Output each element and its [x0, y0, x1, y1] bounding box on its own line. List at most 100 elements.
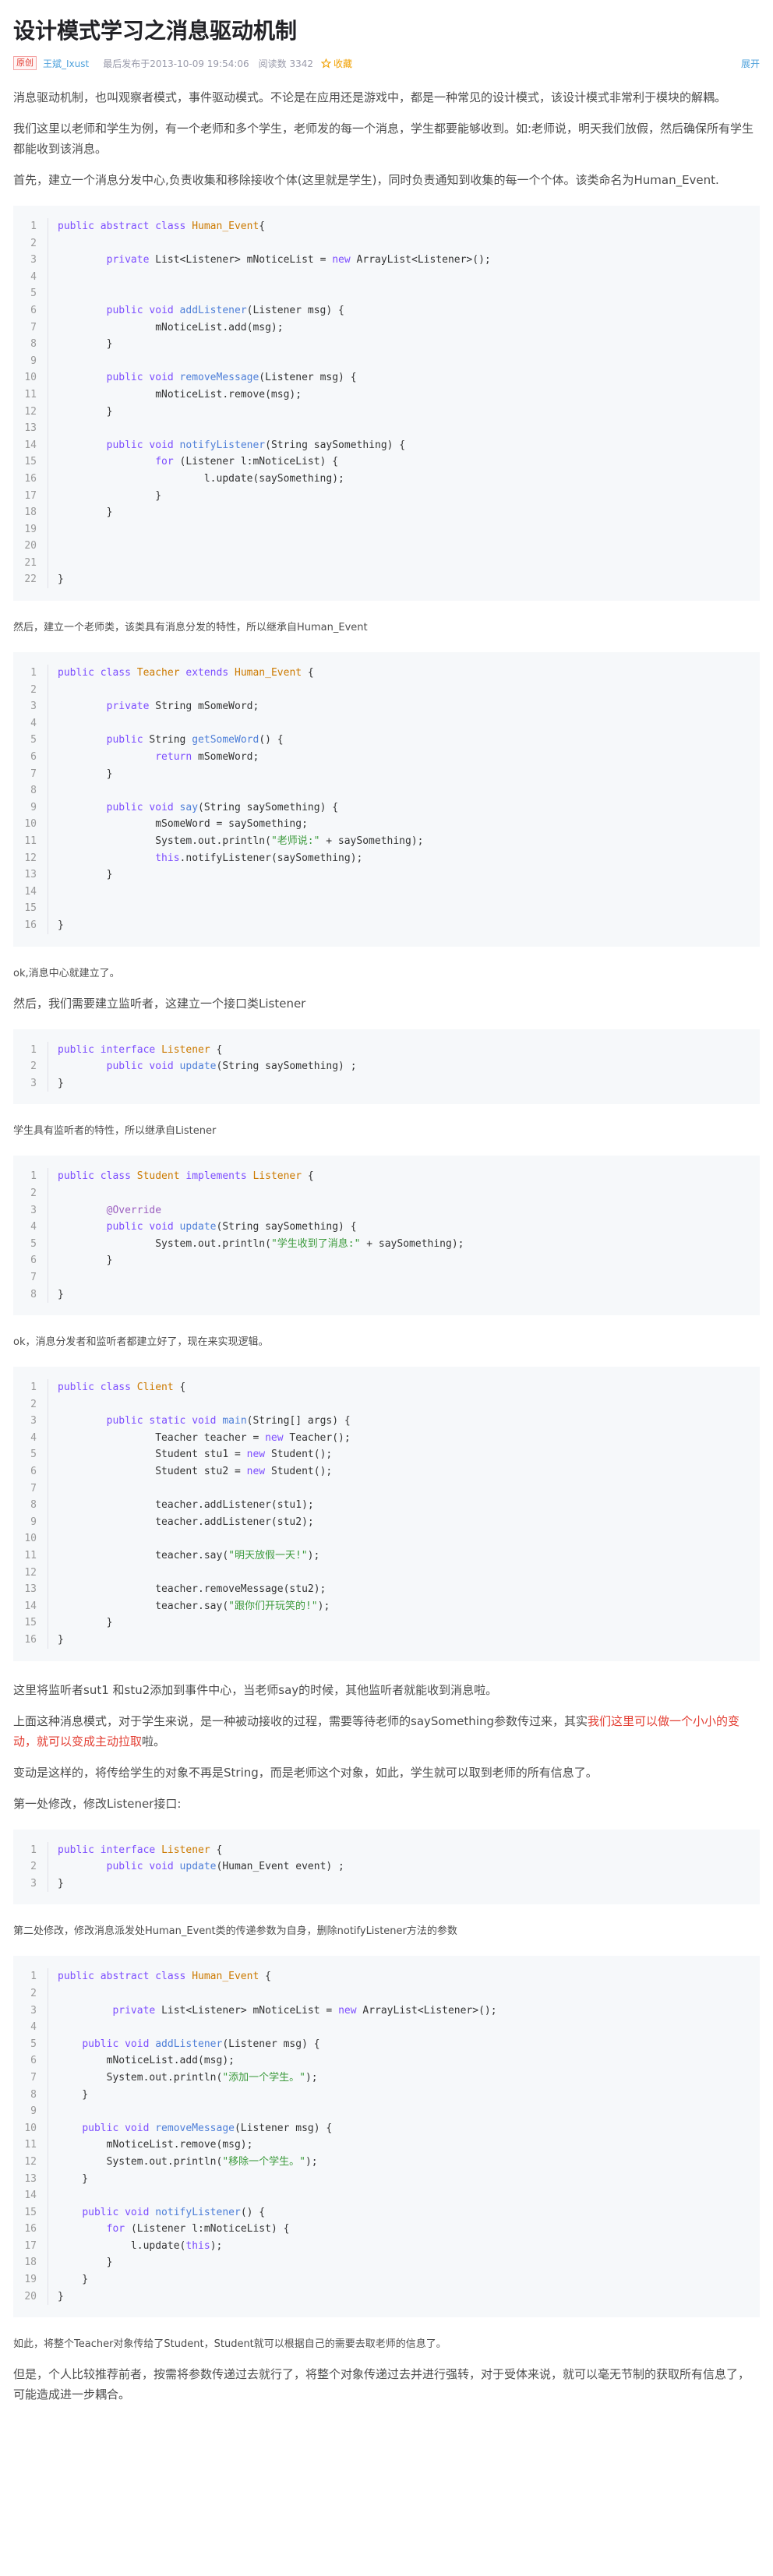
line-number: 8 — [13, 782, 48, 799]
line-number: 7 — [13, 2069, 48, 2087]
code-line: 3 @Override — [13, 1202, 760, 1219]
code-line: 5 public String getSomeWord() { — [13, 732, 760, 750]
line-number: 15 — [13, 2204, 48, 2221]
code-text: } — [58, 1077, 64, 1089]
line-number: 11 — [13, 833, 48, 850]
line-number: 5 — [13, 732, 48, 750]
code-text: public class Student implements Listener… — [58, 1170, 314, 1183]
code-line: 1 public interface Listener { — [13, 1841, 760, 1859]
line-number: 21 — [13, 554, 48, 572]
line-number: 1 — [13, 1968, 48, 1985]
line-number: 1 — [13, 1168, 48, 1185]
code-text: public void addListener(Listener msg) { — [82, 2038, 320, 2050]
code-text: } — [58, 2257, 113, 2269]
code-text: } — [58, 405, 113, 418]
code-line: 8 — [13, 782, 760, 799]
paragraph-example: 我们这里以老师和学生为例，有一个老师和多个学生，老师发的每一个消息，学生都要能够… — [13, 122, 754, 156]
code-text: mNoticeList.remove(msg); — [58, 2139, 253, 2151]
code-text: } — [58, 1877, 64, 1890]
line-number: 15 — [13, 900, 48, 917]
code-text: public void update(Human_Event event) ; — [106, 1861, 344, 1873]
code-line: 10 public void removeMessage(Listener ms… — [13, 2119, 760, 2137]
paragraph-pull-mode: 上面这种消息模式，对于学生来说，是一种被动接收的过程，需要等待老师的saySom… — [13, 1713, 740, 1749]
code-line: 5 public void addListener(Listener msg) … — [13, 2035, 760, 2053]
line-number: 20 — [13, 538, 48, 555]
line-number: 9 — [13, 2103, 48, 2120]
line-number: 8 — [13, 2086, 48, 2104]
code-block: 1 public class Teacher extends Human_Even… — [13, 652, 760, 947]
line-number: 6 — [13, 2052, 48, 2070]
code-line: 8 teacher.addListener(stu1); — [13, 1497, 760, 1514]
code-text: private String mSomeWord; — [106, 700, 259, 713]
code-text: this.notifyListener(saySomething); — [155, 852, 363, 864]
code-line: 5 — [13, 285, 760, 302]
line-number: 17 — [13, 2237, 48, 2255]
code-line: 6 Student stu2 = new Student(); — [13, 1463, 760, 1480]
line-number: 11 — [13, 386, 48, 404]
line-number: 4 — [13, 2019, 48, 2036]
code-line: 1 public class Student implements Listene… — [13, 1168, 760, 1185]
line-number: 4 — [13, 1429, 48, 1447]
code-line: 10 — [13, 1530, 760, 1548]
line-number: 10 — [13, 2119, 48, 2137]
code-block: 1 public abstract class Human_Event{2 3 p… — [13, 206, 760, 602]
code-line: 16} — [13, 1632, 760, 1649]
code-text: mNoticeList.remove(msg); — [58, 388, 302, 401]
code-line: 17 l.update(this); — [13, 2237, 760, 2255]
code-text: teacher.addListener(stu2); — [58, 1516, 314, 1528]
line-number: 11 — [13, 2137, 48, 2154]
code-line: 1 public interface Listener { — [13, 1041, 760, 1059]
code-line: 7 — [13, 1269, 760, 1286]
code-text: teacher.say("跟你们开玩笑的!"); — [58, 1600, 330, 1612]
code-text: Student stu1 = new Student(); — [58, 1449, 333, 1461]
code-line: 15 — [13, 900, 760, 917]
code-line: 3 private List<Listener> mNoticeList = n… — [13, 252, 760, 269]
star-icon — [321, 58, 332, 69]
view-count: 阅读数 3342 — [258, 58, 314, 69]
code-text: } — [58, 506, 113, 519]
line-number: 6 — [13, 1252, 48, 1269]
line-number: 12 — [13, 2153, 48, 2171]
code-block: 1 public abstract class Human_Event {2 3 … — [13, 1956, 760, 2318]
code-text: System.out.println("学生收到了消息:" + saySomet… — [58, 1237, 464, 1250]
code-block: 1 public class Client {2 3 public static … — [13, 1367, 760, 1661]
code-line: 13 } — [13, 866, 760, 884]
paragraph-logic: ok，消息分发者和监听者都建立好了，现在来实现逻辑。 — [13, 1336, 269, 1349]
code-text: private List<Listener> mNoticeList = new… — [112, 2004, 497, 2017]
code-line: 16 l.update(saySomething); — [13, 470, 760, 488]
code-text: mNoticeList.add(msg); — [58, 2055, 235, 2067]
line-number: 13 — [13, 420, 48, 437]
code-text: } — [58, 1254, 113, 1267]
code-line: 5 System.out.println("学生收到了消息:" + saySom… — [13, 1235, 760, 1253]
line-number: 3 — [13, 252, 48, 269]
code-line: 22} — [13, 571, 760, 589]
author-link[interactable]: 王斌_Ixust — [43, 57, 89, 70]
line-number: 8 — [13, 336, 48, 353]
code-line: 2 public void update(Human_Event event) … — [13, 1858, 760, 1876]
code-line: 6 return mSomeWord; — [13, 749, 760, 766]
code-line: 11 teacher.say("明天放假一天!"); — [13, 1547, 760, 1565]
code-line: 7 System.out.println("添加一个学生。"); — [13, 2069, 760, 2087]
code-text: public void update(String saySomething) … — [106, 1221, 357, 1233]
favorite-button[interactable]: 收藏 — [321, 57, 352, 70]
expand-button[interactable]: 展开 — [741, 57, 760, 70]
code-text: } — [58, 1634, 64, 1646]
line-number: 2 — [13, 1184, 48, 1202]
code-line: 20} — [13, 2288, 760, 2306]
favorite-label: 收藏 — [334, 58, 353, 69]
code-line: 3 private List<Listener> mNoticeList = n… — [13, 2002, 760, 2020]
code-line: 9 — [13, 352, 760, 370]
line-number: 19 — [13, 520, 48, 538]
line-number: 14 — [13, 1597, 48, 1615]
